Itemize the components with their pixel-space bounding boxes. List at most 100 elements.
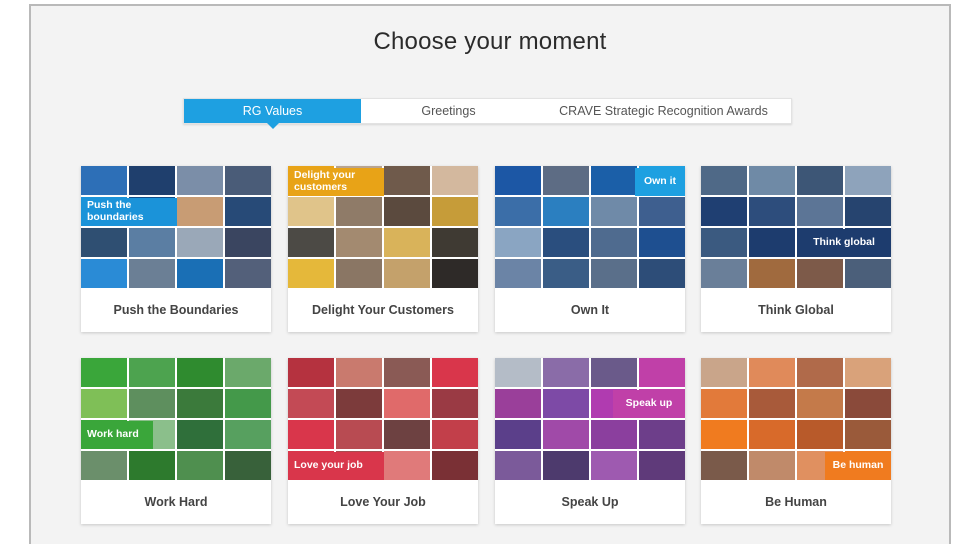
card-image-mosaic: [81, 358, 271, 480]
photo-tile: [225, 197, 271, 226]
page-title: Choose your moment: [373, 28, 607, 55]
photo-tile: [701, 389, 747, 418]
photo-tile: [495, 389, 541, 418]
moment-card-be-human[interactable]: Be human Be Human: [701, 358, 891, 524]
photo-tile: [336, 389, 382, 418]
photo-tile: [543, 166, 589, 195]
photo-tile: [129, 259, 175, 288]
photo-tile: [432, 451, 478, 480]
moment-card-think-global[interactable]: Think global Think Global: [701, 166, 891, 332]
photo-tile: [177, 358, 223, 387]
photo-tile: [845, 197, 891, 226]
photo-tile: [432, 197, 478, 226]
card-title: Speak Up: [561, 495, 619, 509]
photo-tile: [288, 259, 334, 288]
photo-tile: [495, 358, 541, 387]
photo-tile: [225, 389, 271, 418]
photo-tile: [177, 197, 223, 226]
photo-tile: [495, 259, 541, 288]
photo-tile: [384, 451, 430, 480]
photo-tile: [543, 358, 589, 387]
moment-card-love-your-job[interactable]: Love your job Love Your Job: [288, 358, 478, 524]
overlay-badge: Work hard: [81, 421, 153, 449]
photo-tile: [797, 420, 843, 449]
photo-tile: [336, 228, 382, 257]
photo-tile: [432, 259, 478, 288]
photo-tile: [288, 389, 334, 418]
photo-tile: [639, 451, 685, 480]
card-title: Own It: [570, 303, 610, 317]
photo-tile: [749, 420, 795, 449]
photo-tile: [81, 389, 127, 418]
card-title: Delight Your Customers: [312, 303, 454, 317]
photo-tile: [129, 389, 175, 418]
photo-tile: [432, 358, 478, 387]
photo-tile: [639, 228, 685, 257]
photo-tile: [225, 420, 271, 449]
photo-tile: [177, 451, 223, 480]
photo-tile: [749, 197, 795, 226]
photo-tile: [432, 389, 478, 418]
photo-tile: [336, 197, 382, 226]
card-image-mosaic: [81, 166, 271, 288]
photo-tile: [543, 197, 589, 226]
photo-tile: [543, 451, 589, 480]
photo-tile: [432, 166, 478, 195]
photo-tile: [432, 420, 478, 449]
photo-tile: [384, 166, 430, 195]
overlay-badge: Be human: [825, 452, 891, 480]
card-title: Push the Boundaries: [113, 303, 239, 317]
photo-tile: [749, 259, 795, 288]
tab-crave-awards[interactable]: CRAVE Strategic Recognition Awards: [536, 99, 791, 123]
photo-tile: [225, 228, 271, 257]
overlay-badge: Own it: [635, 168, 685, 196]
card-image-mosaic: [701, 166, 891, 288]
photo-tile: [701, 451, 747, 480]
photo-tile: [749, 451, 795, 480]
moment-card-delight-your-customers[interactable]: Delight your customers Delight Your Cust…: [288, 166, 478, 332]
photo-tile: [845, 166, 891, 195]
photo-tile: [639, 358, 685, 387]
photo-tile: [591, 451, 637, 480]
photo-tile: [543, 259, 589, 288]
photo-tile: [639, 420, 685, 449]
photo-tile: [336, 420, 382, 449]
photo-tile: [129, 166, 175, 195]
photo-tile: [432, 228, 478, 257]
overlay-badge: Push the boundaries: [81, 198, 177, 226]
photo-tile: [288, 228, 334, 257]
photo-tile: [701, 259, 747, 288]
photo-tile: [797, 166, 843, 195]
photo-tile: [225, 259, 271, 288]
photo-tile: [288, 197, 334, 226]
photo-tile: [384, 358, 430, 387]
photo-tile: [495, 451, 541, 480]
photo-tile: [81, 451, 127, 480]
photo-tile: [749, 166, 795, 195]
tab-greetings[interactable]: Greetings: [361, 99, 536, 123]
photo-tile: [543, 389, 589, 418]
photo-tile: [225, 358, 271, 387]
photo-tile: [384, 228, 430, 257]
photo-tile: [543, 228, 589, 257]
photo-tile: [336, 358, 382, 387]
card-title: Work Hard: [144, 495, 208, 509]
photo-tile: [495, 420, 541, 449]
moment-card-speak-up[interactable]: Speak up Speak Up: [495, 358, 685, 524]
photo-tile: [177, 228, 223, 257]
photo-tile: [81, 228, 127, 257]
moment-card-work-hard[interactable]: Work hard Work Hard: [81, 358, 271, 524]
photo-tile: [639, 259, 685, 288]
photo-tile: [591, 228, 637, 257]
photo-tile: [495, 228, 541, 257]
overlay-badge: Delight your customers: [288, 168, 384, 196]
photo-tile: [225, 451, 271, 480]
photo-tile: [845, 259, 891, 288]
photo-tile: [701, 228, 747, 257]
moment-card-own-it[interactable]: Own it Own It: [495, 166, 685, 332]
photo-tile: [701, 197, 747, 226]
photo-tile: [591, 358, 637, 387]
tab-rg-values[interactable]: RG Values: [184, 99, 361, 129]
photo-tile: [81, 259, 127, 288]
moment-card-push-the-boundaries[interactable]: Push the boundaries Push the Boundaries: [81, 166, 271, 332]
